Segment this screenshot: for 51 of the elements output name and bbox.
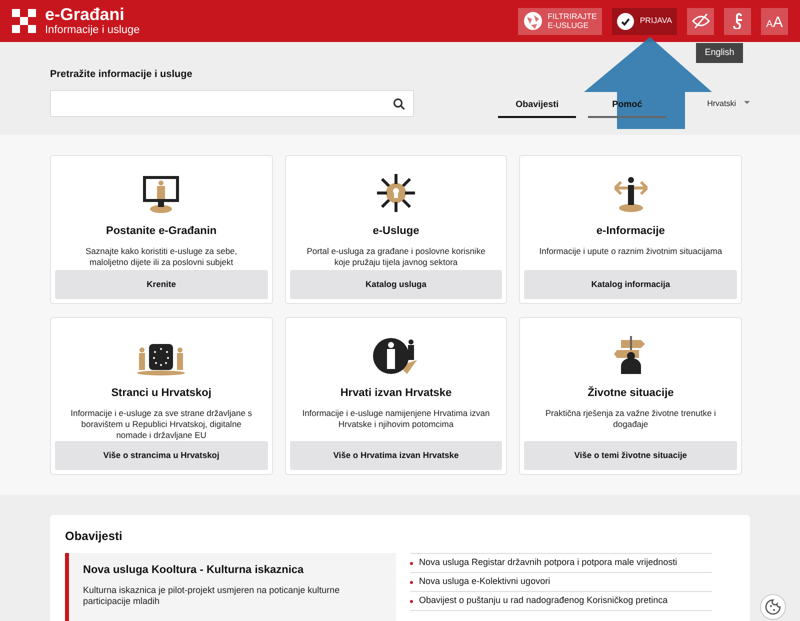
card-title: Hrvati izvan Hrvatske — [340, 386, 452, 401]
tab[interactable]: Obavijesti — [498, 97, 576, 118]
featured-news-text: Kulturna iskaznica je pilot-projekt usmjeren na poticanje kulturne participacije mladih — [83, 584, 341, 606]
bullet-icon — [410, 562, 413, 564]
eu-flag-people-icon — [135, 342, 188, 376]
search-field[interactable] — [50, 90, 414, 117]
card-button[interactable]: Krenite — [55, 270, 268, 299]
monitor-person-icon — [141, 174, 182, 214]
card-title: Stranci u Hrvatskoj — [111, 386, 212, 401]
card-title: Postanite e-Građanin — [106, 224, 217, 239]
news-link[interactable]: Obavijest o puštanju u rad nadograđenog Korisničkog pretinca — [419, 594, 668, 608]
news-link[interactable]: Nova usluga Registar državnih potpora i potpora male vrijednosti — [419, 556, 678, 570]
dyslexia-font-button[interactable] — [724, 8, 751, 34]
check-icon — [616, 12, 634, 30]
font-size-button[interactable]: AA — [761, 8, 788, 34]
language-select[interactable]: Hrvatski — [707, 98, 736, 110]
bullet-icon — [410, 600, 413, 602]
card-button[interactable]: Više o strancima u Hrvatskoj — [55, 441, 268, 470]
search-icon — [393, 98, 406, 110]
card-description: Informacije i upute o raznim životnim situacijama — [538, 246, 724, 256]
news-link[interactable]: Nova usluga e-Kolektivni ugovori — [419, 575, 550, 589]
font-icon — [730, 13, 744, 29]
card-description: Portal e-usluga za građane i poslovne korisnike koje pružaju tijela javnog sektora — [306, 246, 486, 268]
globe-icon — [522, 11, 543, 31]
card-title: Životne situacije — [588, 385, 674, 401]
filter-button[interactable]: FILTRIRAJTE E-USLUGE — [518, 8, 602, 34]
card-title: e-Informacije — [596, 224, 665, 239]
card-button[interactable]: Više o temi životne situacije — [524, 441, 737, 470]
card-description: Praktična rješenja za važne životne trenutke i događaje — [544, 408, 717, 430]
site-title[interactable]: e-Građani — [45, 5, 140, 24]
card-button[interactable]: Katalog usluga — [290, 270, 502, 299]
tooltip: English — [696, 43, 743, 63]
cookie-settings-button[interactable] — [760, 594, 786, 620]
card-title: e-Usluge — [372, 224, 420, 239]
card-description: Informacije i e-usluge za sve strane državljane s boravištem u Republici Hrvatskoj, digitalne nomade i državljane EU — [70, 408, 254, 440]
caret-icon — [744, 101, 750, 105]
search-label: Pretražite informacije i usluge — [50, 68, 194, 82]
card-button[interactable]: Katalog informacija — [524, 270, 737, 299]
card-description: Informacije i e-usluge namijenjene Hrvatima izvan Hrvatske i njihovim potomcima — [301, 408, 491, 430]
eye-off-icon — [692, 12, 710, 30]
login-button[interactable]: PRIJAVA — [612, 8, 677, 34]
card-description: Saznajte kako koristiti e-usluge za sebe, maloljetno dijete ili za poslovni subjekt — [84, 246, 238, 268]
cookie-icon — [765, 599, 781, 615]
visibility-button[interactable] — [687, 8, 714, 34]
bullet-icon — [410, 580, 413, 584]
burst-icon — [374, 172, 417, 214]
logo-icon[interactable] — [12, 9, 36, 33]
card-button[interactable]: Više o Hrvatima izvan Hrvatske — [290, 441, 502, 470]
news-heading: Obavijesti — [65, 528, 124, 545]
site-subtitle: Informacije i usluge — [45, 24, 140, 37]
featured-news-title[interactable]: Nova usluga Kooltura - Kulturna iskaznica — [83, 562, 396, 578]
